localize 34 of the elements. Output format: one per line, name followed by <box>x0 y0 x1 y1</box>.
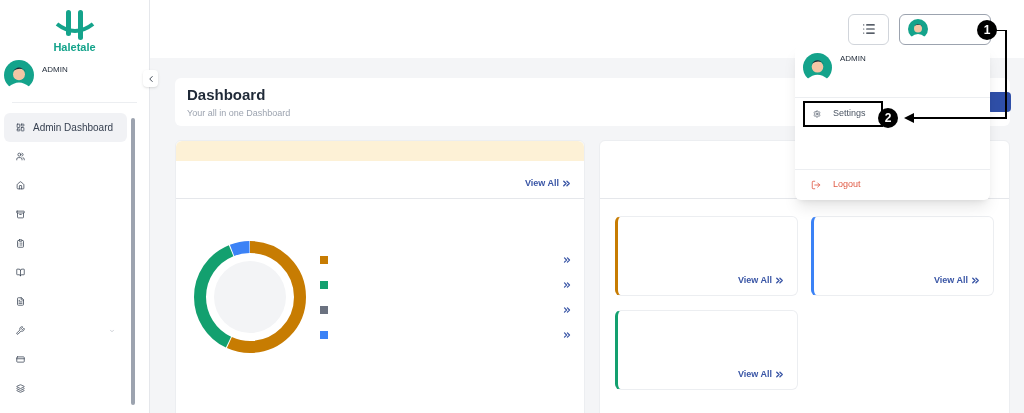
page-title: Dashboard <box>187 85 267 105</box>
chevrons-right-icon[interactable] <box>562 254 572 265</box>
list-icon <box>861 22 876 36</box>
view-all-link[interactable]: View All <box>525 176 572 190</box>
nav-icon <box>16 152 25 161</box>
avatar-icon <box>908 19 928 39</box>
menu-button[interactable] <box>848 13 889 45</box>
view-all-link[interactable]: View All <box>738 367 785 381</box>
page-subtitle: Your all in one Dashboard <box>187 106 291 120</box>
nav-icon <box>16 326 25 335</box>
nav-icon <box>16 297 25 306</box>
nav-icon <box>16 210 25 219</box>
avatar-icon <box>4 60 34 90</box>
nav-icon <box>16 355 25 364</box>
nav-icon <box>16 268 25 277</box>
dropdown-user-name: ADMIN <box>840 53 866 65</box>
user-name: ADMIN <box>42 64 68 76</box>
settings-icon <box>813 110 821 118</box>
collapse-button[interactable] <box>143 70 158 87</box>
nav-icon <box>16 384 25 393</box>
chevrons-right-icon[interactable] <box>562 329 572 340</box>
brand-name: Haletale <box>53 42 96 53</box>
view-all-link[interactable]: View All <box>934 273 981 287</box>
nav-item[interactable]: Admin Dashboard <box>4 113 127 142</box>
avatar-icon <box>803 53 832 82</box>
chevron-down-icon <box>109 327 115 334</box>
logout-item[interactable]: Logout <box>795 169 990 200</box>
nav-icon <box>16 123 25 132</box>
nav-icon <box>16 239 25 248</box>
view-all-link[interactable]: View All <box>738 273 785 287</box>
chevrons-right-icon[interactable] <box>562 304 572 315</box>
chevrons-right-icon[interactable] <box>562 279 572 290</box>
nav-icon <box>16 181 25 190</box>
logout-icon <box>811 180 821 190</box>
